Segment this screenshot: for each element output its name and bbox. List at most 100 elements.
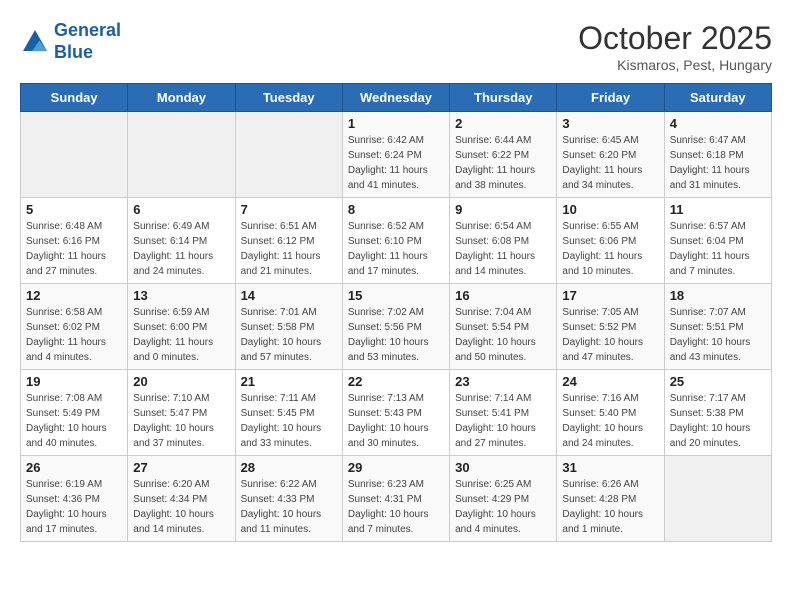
day-info: Sunrise: 6:26 AM Sunset: 4:28 PM Dayligh… bbox=[562, 477, 658, 537]
day-number: 13 bbox=[133, 288, 229, 303]
day-number: 17 bbox=[562, 288, 658, 303]
location-subtitle: Kismaros, Pest, Hungary bbox=[578, 57, 772, 73]
header-day-monday: Monday bbox=[128, 84, 235, 112]
day-info: Sunrise: 6:22 AM Sunset: 4:33 PM Dayligh… bbox=[241, 477, 337, 537]
day-info: Sunrise: 7:13 AM Sunset: 5:43 PM Dayligh… bbox=[348, 391, 444, 451]
header-day-sunday: Sunday bbox=[21, 84, 128, 112]
calendar-cell: 8 Sunrise: 6:52 AM Sunset: 6:10 PM Daylig… bbox=[342, 198, 449, 284]
day-info: Sunrise: 7:02 AM Sunset: 5:56 PM Dayligh… bbox=[348, 305, 444, 365]
title-block: October 2025 Kismaros, Pest, Hungary bbox=[578, 20, 772, 73]
calendar-cell: 28 Sunrise: 6:22 AM Sunset: 4:33 PM Dayli… bbox=[235, 456, 342, 542]
day-number: 18 bbox=[670, 288, 766, 303]
calendar-cell: 10 Sunrise: 6:55 AM Sunset: 6:06 PM Dayli… bbox=[557, 198, 664, 284]
header-day-thursday: Thursday bbox=[450, 84, 557, 112]
calendar-cell: 12 Sunrise: 6:58 AM Sunset: 6:02 PM Dayli… bbox=[21, 284, 128, 370]
day-info: Sunrise: 6:19 AM Sunset: 4:36 PM Dayligh… bbox=[26, 477, 122, 537]
calendar-cell: 20Sunrise: 7:10 AM Sunset: 5:47 PM Dayli… bbox=[128, 370, 235, 456]
calendar-cell: 14 Sunrise: 7:01 AM Sunset: 5:58 PM Dayli… bbox=[235, 284, 342, 370]
day-info: Sunrise: 6:45 AM Sunset: 6:20 PM Dayligh… bbox=[562, 133, 658, 193]
day-number: 22 bbox=[348, 374, 444, 389]
week-row-3: 19Sunrise: 7:08 AM Sunset: 5:49 PM Dayli… bbox=[21, 370, 772, 456]
day-number: 2 bbox=[455, 116, 551, 131]
day-info: Sunrise: 6:48 AM Sunset: 6:16 PM Dayligh… bbox=[26, 219, 122, 279]
calendar-cell: 22 Sunrise: 7:13 AM Sunset: 5:43 PM Dayli… bbox=[342, 370, 449, 456]
day-number: 3 bbox=[562, 116, 658, 131]
logo-icon bbox=[20, 27, 50, 57]
day-info: Sunrise: 7:07 AM Sunset: 5:51 PM Dayligh… bbox=[670, 305, 766, 365]
calendar-cell: 19Sunrise: 7:08 AM Sunset: 5:49 PM Dayli… bbox=[21, 370, 128, 456]
day-info: Sunrise: 7:11 AM Sunset: 5:45 PM Dayligh… bbox=[241, 391, 337, 451]
day-number: 28 bbox=[241, 460, 337, 475]
calendar-cell bbox=[21, 112, 128, 198]
header-day-wednesday: Wednesday bbox=[342, 84, 449, 112]
day-number: 15 bbox=[348, 288, 444, 303]
day-number: 4 bbox=[670, 116, 766, 131]
header-row: SundayMondayTuesdayWednesdayThursdayFrid… bbox=[21, 84, 772, 112]
day-number: 6 bbox=[133, 202, 229, 217]
day-info: Sunrise: 6:49 AM Sunset: 6:14 PM Dayligh… bbox=[133, 219, 229, 279]
calendar-table: SundayMondayTuesdayWednesdayThursdayFrid… bbox=[20, 83, 772, 542]
calendar-cell: 30 Sunrise: 6:25 AM Sunset: 4:29 PM Dayli… bbox=[450, 456, 557, 542]
week-row-2: 12 Sunrise: 6:58 AM Sunset: 6:02 PM Dayli… bbox=[21, 284, 772, 370]
header-day-friday: Friday bbox=[557, 84, 664, 112]
calendar-cell: 11Sunrise: 6:57 AM Sunset: 6:04 PM Dayli… bbox=[664, 198, 771, 284]
day-number: 31 bbox=[562, 460, 658, 475]
day-number: 24 bbox=[562, 374, 658, 389]
calendar-cell bbox=[235, 112, 342, 198]
day-number: 25 bbox=[670, 374, 766, 389]
day-info: Sunrise: 7:08 AM Sunset: 5:49 PM Dayligh… bbox=[26, 391, 122, 451]
day-number: 23 bbox=[455, 374, 551, 389]
day-number: 8 bbox=[348, 202, 444, 217]
day-number: 26 bbox=[26, 460, 122, 475]
calendar-cell: 18 Sunrise: 7:07 AM Sunset: 5:51 PM Dayli… bbox=[664, 284, 771, 370]
week-row-1: 5Sunrise: 6:48 AM Sunset: 6:16 PM Daylig… bbox=[21, 198, 772, 284]
page-header: General Blue October 2025 Kismaros, Pest… bbox=[20, 20, 772, 73]
calendar-cell: 25 Sunrise: 7:17 AM Sunset: 5:38 PM Dayli… bbox=[664, 370, 771, 456]
calendar-cell: 7 Sunrise: 6:51 AM Sunset: 6:12 PM Daylig… bbox=[235, 198, 342, 284]
calendar-body: 1Sunrise: 6:42 AM Sunset: 6:24 PM Daylig… bbox=[21, 112, 772, 542]
header-day-tuesday: Tuesday bbox=[235, 84, 342, 112]
day-number: 30 bbox=[455, 460, 551, 475]
calendar-cell: 17Sunrise: 7:05 AM Sunset: 5:52 PM Dayli… bbox=[557, 284, 664, 370]
day-info: Sunrise: 6:23 AM Sunset: 4:31 PM Dayligh… bbox=[348, 477, 444, 537]
calendar-cell: 23 Sunrise: 7:14 AM Sunset: 5:41 PM Dayli… bbox=[450, 370, 557, 456]
day-info: Sunrise: 6:51 AM Sunset: 6:12 PM Dayligh… bbox=[241, 219, 337, 279]
day-info: Sunrise: 6:25 AM Sunset: 4:29 PM Dayligh… bbox=[455, 477, 551, 537]
day-info: Sunrise: 7:16 AM Sunset: 5:40 PM Dayligh… bbox=[562, 391, 658, 451]
day-info: Sunrise: 6:47 AM Sunset: 6:18 PM Dayligh… bbox=[670, 133, 766, 193]
day-number: 10 bbox=[562, 202, 658, 217]
day-number: 14 bbox=[241, 288, 337, 303]
day-info: Sunrise: 6:44 AM Sunset: 6:22 PM Dayligh… bbox=[455, 133, 551, 193]
day-info: Sunrise: 7:10 AM Sunset: 5:47 PM Dayligh… bbox=[133, 391, 229, 451]
calendar-cell: 15 Sunrise: 7:02 AM Sunset: 5:56 PM Dayli… bbox=[342, 284, 449, 370]
day-info: Sunrise: 6:54 AM Sunset: 6:08 PM Dayligh… bbox=[455, 219, 551, 279]
day-info: Sunrise: 7:04 AM Sunset: 5:54 PM Dayligh… bbox=[455, 305, 551, 365]
day-number: 27 bbox=[133, 460, 229, 475]
day-info: Sunrise: 7:14 AM Sunset: 5:41 PM Dayligh… bbox=[455, 391, 551, 451]
day-number: 9 bbox=[455, 202, 551, 217]
header-day-saturday: Saturday bbox=[664, 84, 771, 112]
day-number: 12 bbox=[26, 288, 122, 303]
calendar-cell: 24 Sunrise: 7:16 AM Sunset: 5:40 PM Dayli… bbox=[557, 370, 664, 456]
calendar-cell bbox=[664, 456, 771, 542]
day-number: 21 bbox=[241, 374, 337, 389]
calendar-cell: 4 Sunrise: 6:47 AM Sunset: 6:18 PM Daylig… bbox=[664, 112, 771, 198]
calendar-cell bbox=[128, 112, 235, 198]
day-number: 7 bbox=[241, 202, 337, 217]
day-info: Sunrise: 7:01 AM Sunset: 5:58 PM Dayligh… bbox=[241, 305, 337, 365]
week-row-4: 26 Sunrise: 6:19 AM Sunset: 4:36 PM Dayli… bbox=[21, 456, 772, 542]
calendar-cell: 26 Sunrise: 6:19 AM Sunset: 4:36 PM Dayli… bbox=[21, 456, 128, 542]
logo-text: General Blue bbox=[54, 20, 121, 63]
day-info: Sunrise: 6:52 AM Sunset: 6:10 PM Dayligh… bbox=[348, 219, 444, 279]
calendar-cell: 29Sunrise: 6:23 AM Sunset: 4:31 PM Dayli… bbox=[342, 456, 449, 542]
calendar-header: SundayMondayTuesdayWednesdayThursdayFrid… bbox=[21, 84, 772, 112]
logo: General Blue bbox=[20, 20, 121, 63]
day-info: Sunrise: 7:17 AM Sunset: 5:38 PM Dayligh… bbox=[670, 391, 766, 451]
day-info: Sunrise: 6:58 AM Sunset: 6:02 PM Dayligh… bbox=[26, 305, 122, 365]
day-info: Sunrise: 6:20 AM Sunset: 4:34 PM Dayligh… bbox=[133, 477, 229, 537]
month-title: October 2025 bbox=[578, 20, 772, 57]
day-info: Sunrise: 6:55 AM Sunset: 6:06 PM Dayligh… bbox=[562, 219, 658, 279]
calendar-cell: 21 Sunrise: 7:11 AM Sunset: 5:45 PM Dayli… bbox=[235, 370, 342, 456]
week-row-0: 1Sunrise: 6:42 AM Sunset: 6:24 PM Daylig… bbox=[21, 112, 772, 198]
calendar-cell: 9 Sunrise: 6:54 AM Sunset: 6:08 PM Daylig… bbox=[450, 198, 557, 284]
